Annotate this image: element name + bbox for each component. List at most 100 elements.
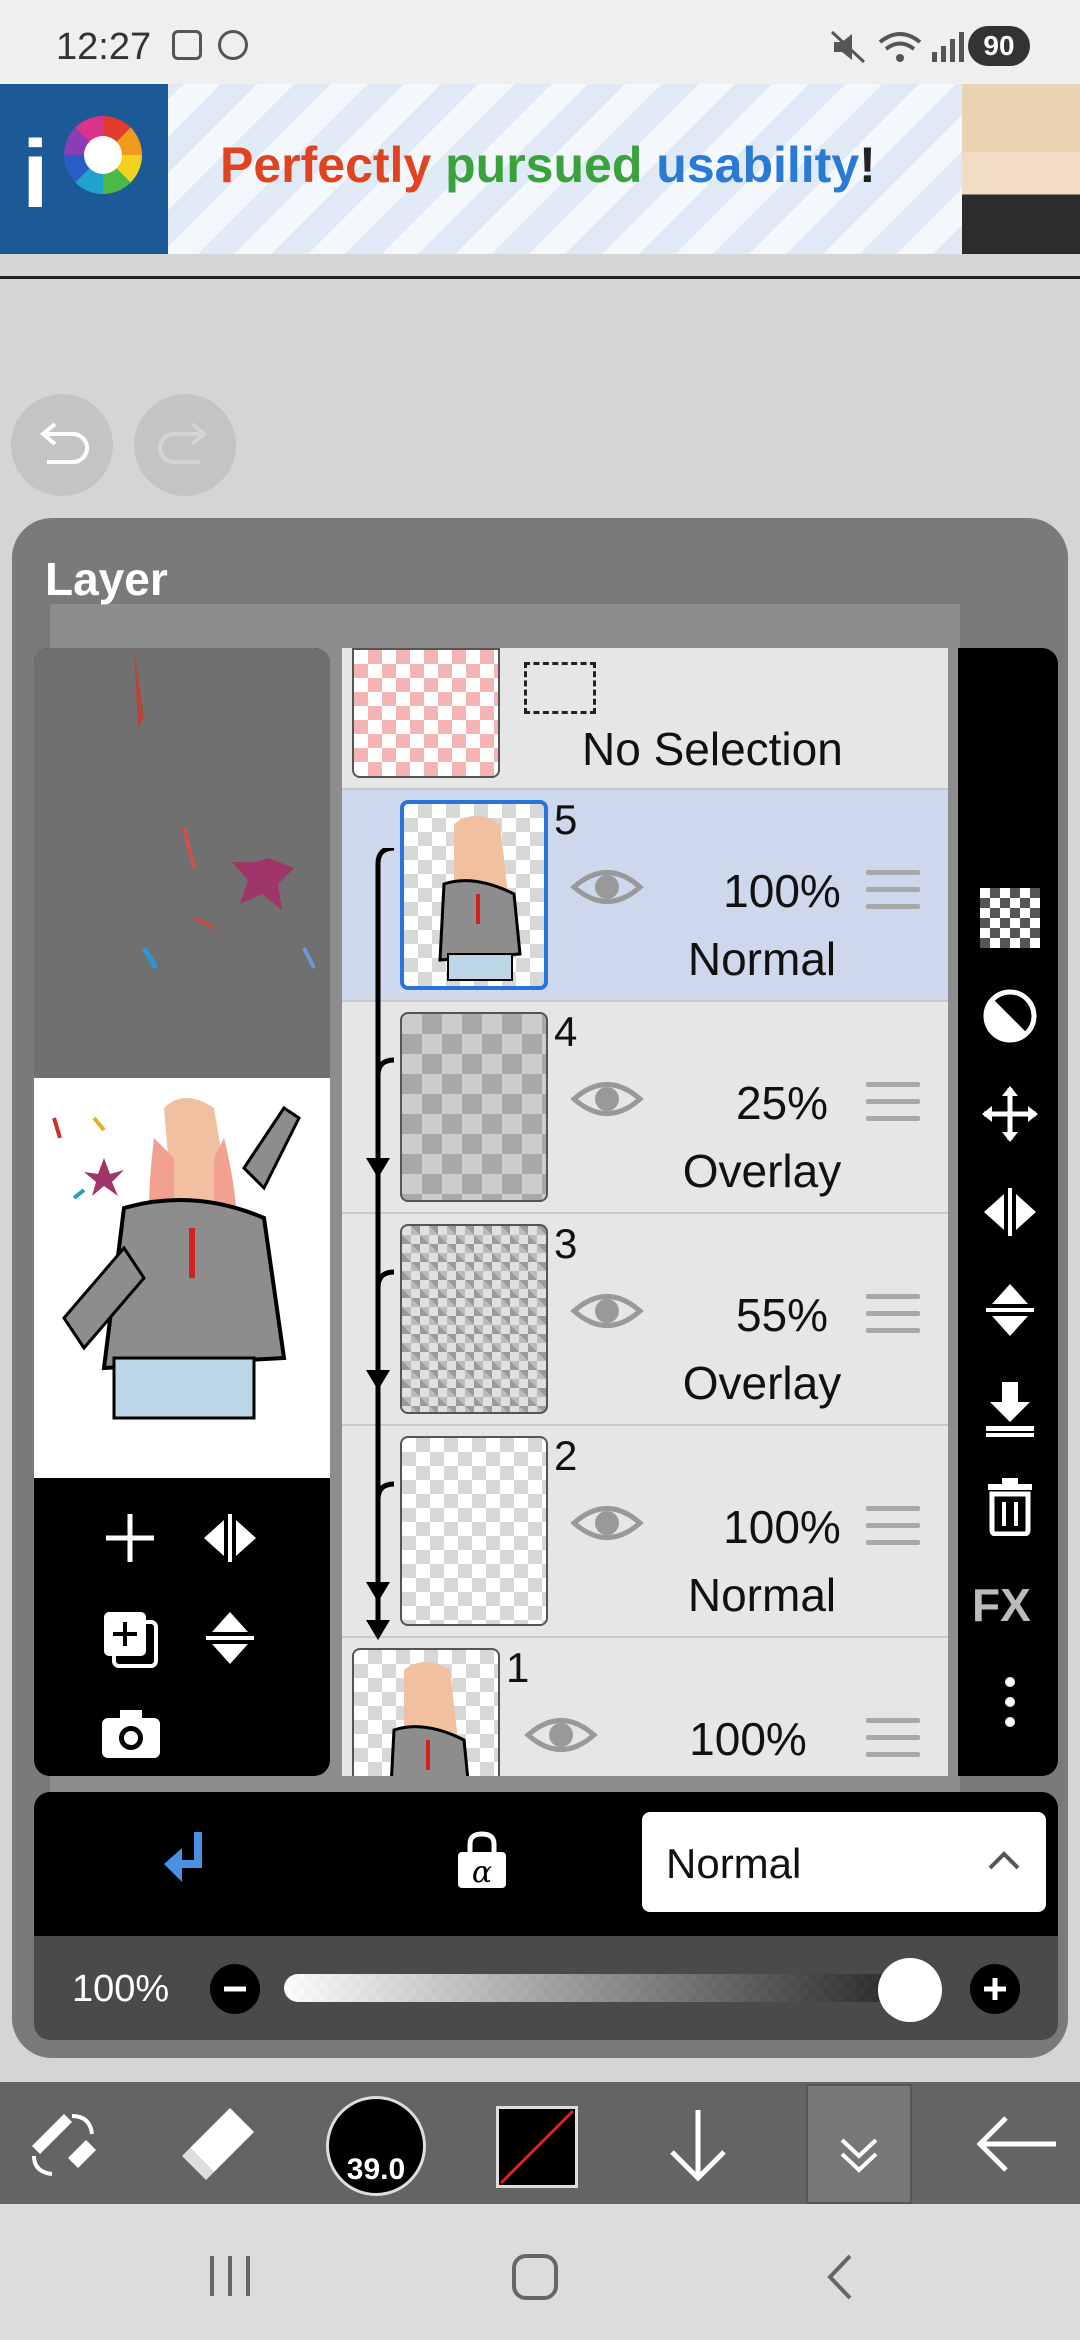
visibility-eye-icon[interactable] [524, 1710, 598, 1760]
expand-icon [840, 2138, 878, 2173]
opacity-slider-bar: 100% [34, 1936, 1058, 2040]
drag-handle-icon[interactable] [866, 1718, 920, 1766]
layer-tools-column: FX [958, 648, 1058, 1776]
more-icon[interactable] [980, 1672, 1040, 1732]
visibility-eye-icon[interactable] [570, 1074, 644, 1124]
layer-number: 3 [554, 1220, 578, 1267]
selection-marquee-icon [524, 662, 596, 714]
transform-tool-icon[interactable] [14, 2096, 110, 2192]
recent-apps-icon[interactable] [206, 2254, 256, 2298]
blend-mode-select[interactable]: Normal [642, 1812, 1046, 1912]
layer-thumbnail [400, 1224, 548, 1414]
opacity-increase-button[interactable] [970, 1964, 1020, 2014]
bottom-toolbar: 39.0 [0, 2082, 1080, 2204]
ad-character-image [962, 84, 1080, 254]
layer-thumbnail [400, 1012, 548, 1202]
no-color-slash [499, 2109, 575, 2185]
divider [0, 276, 1080, 279]
layer-row-3[interactable]: 3 55% Overlay [342, 1214, 948, 1426]
selection-layer-row[interactable]: No Selection [342, 648, 948, 790]
duplicate-layer-icon[interactable] [100, 1608, 160, 1670]
layer-row-5[interactable]: 5 100% Normal [342, 790, 948, 1002]
camera-icon[interactable] [100, 1706, 162, 1760]
checkerboard-icon[interactable] [980, 888, 1040, 948]
trash-icon[interactable] [980, 1476, 1040, 1536]
layer-opacity: 100% [689, 1713, 807, 1765]
undo-icon [39, 422, 89, 464]
expand-button[interactable] [806, 2084, 912, 2204]
flip-horizontal-icon[interactable] [200, 1508, 260, 1568]
drag-handle-icon[interactable] [866, 1506, 920, 1554]
ad-headline: Perfectly pursued usability! [220, 137, 876, 193]
alpha-lock-icon[interactable]: α [454, 1830, 510, 1890]
back-arrow-icon[interactable] [970, 2096, 1066, 2192]
blend-mode-value: Normal [666, 1840, 802, 1887]
fx-button[interactable]: FX [972, 1578, 1048, 1638]
opacity-slider[interactable] [284, 1974, 910, 2002]
preview-artwork [34, 1078, 330, 1478]
layer-row-2[interactable]: 2 100% Normal [342, 1426, 948, 1638]
clipping-icon[interactable] [154, 1828, 214, 1898]
blend-mode-bar: α Normal [34, 1792, 1058, 1936]
status-time: 12:27 [56, 26, 152, 68]
system-nav-bar [0, 2204, 1080, 2340]
ad-banner[interactable]: i Perfectly pursued usability! [0, 84, 1080, 254]
selection-label: No Selection [582, 723, 843, 775]
ibispaint-logo: i [0, 84, 168, 254]
redo-button[interactable] [134, 394, 236, 496]
flip-vertical-icon[interactable] [980, 1280, 1040, 1340]
clipping-arrows [366, 848, 395, 1640]
battery-level: 90 [968, 26, 1030, 66]
move-icon[interactable] [980, 1084, 1040, 1144]
selection-thumbnail [352, 648, 500, 778]
flip-horizontal-icon[interactable] [980, 1182, 1040, 1242]
color-swatch[interactable] [496, 2106, 578, 2188]
opacity-slider-handle[interactable] [878, 1958, 942, 2022]
layer-thumbnail [400, 1436, 548, 1626]
undo-button[interactable] [11, 394, 113, 496]
eraser-icon[interactable] [170, 2096, 266, 2192]
layer-thumbnail [400, 800, 548, 990]
home-icon[interactable] [510, 2252, 560, 2302]
layer-blend-mode: Overlay [682, 1145, 842, 1197]
opacity-decrease-button[interactable] [210, 1964, 260, 2014]
ibispaint-notification-icon [218, 30, 248, 60]
layer-number: 1 [506, 1644, 530, 1691]
layer-number: 5 [554, 796, 578, 843]
down-arrow-icon[interactable] [650, 2096, 746, 2192]
layer-row-1[interactable]: 1 100% [342, 1638, 948, 1776]
screenshot-icon [172, 30, 202, 60]
canvas-preview[interactable] [34, 648, 330, 1776]
drag-handle-icon[interactable] [866, 1294, 920, 1342]
minus-icon [224, 1986, 246, 1992]
status-bar: 12:27 90 [0, 0, 1080, 84]
layer-blend-mode: Overlay [682, 1357, 842, 1409]
signal-icon [932, 32, 964, 62]
color-wheel-icon [64, 116, 142, 194]
half-circle-icon[interactable] [980, 986, 1040, 1046]
preview-zoomed-area [34, 648, 330, 1078]
visibility-eye-icon[interactable] [570, 862, 644, 912]
opacity-value: 100% [72, 1968, 170, 2010]
back-icon[interactable] [820, 2252, 860, 2302]
drag-handle-icon[interactable] [866, 870, 920, 918]
visibility-eye-icon[interactable] [570, 1498, 644, 1548]
brush-size-value: 39.0 [346, 2153, 406, 2186]
brush-size-button[interactable]: 39.0 [326, 2096, 426, 2196]
add-layer-icon[interactable] [100, 1508, 160, 1568]
redo-icon [158, 422, 208, 464]
svg-text:α: α [472, 1855, 492, 1890]
layer-panel: Layer No Selection 5 100% Normal 4 25% O… [12, 518, 1068, 2058]
layer-list[interactable]: No Selection 5 100% Normal 4 25% Overlay… [342, 648, 948, 1776]
visibility-eye-icon[interactable] [570, 1286, 644, 1336]
flip-vertical-icon[interactable] [200, 1608, 260, 1668]
drag-handle-icon[interactable] [866, 1082, 920, 1130]
layer-row-4[interactable]: 4 25% Overlay [342, 1002, 948, 1214]
layer-number: 4 [554, 1008, 578, 1055]
panel-title: Layer [45, 553, 168, 605]
chevron-up-icon [988, 1851, 1020, 1870]
mute-icon [830, 30, 866, 64]
plus-icon [984, 1978, 1006, 2000]
layer-blend-mode: Normal [687, 933, 837, 985]
merge-down-icon[interactable] [980, 1378, 1040, 1438]
